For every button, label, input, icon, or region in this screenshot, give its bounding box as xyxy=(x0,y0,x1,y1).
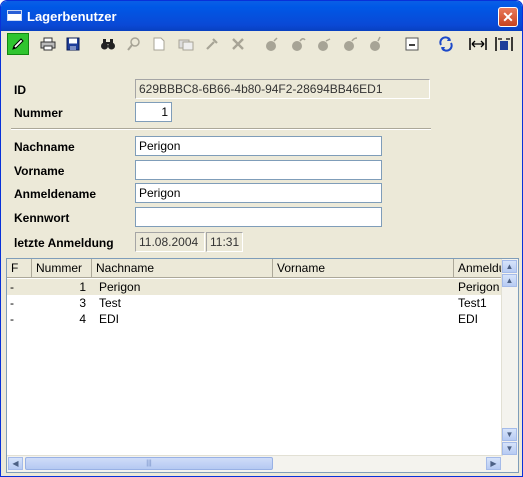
table-row[interactable]: - 3 Test Test1 xyxy=(7,295,503,311)
column-header-nummer[interactable]: Nummer xyxy=(32,259,92,277)
window-title: Lagerbenutzer xyxy=(27,9,117,24)
column-header-anmeldename[interactable]: Anmeldu xyxy=(454,259,503,277)
kennwort-label: Kennwort xyxy=(14,211,70,225)
toolbar xyxy=(5,32,518,58)
print-icon[interactable] xyxy=(37,33,59,55)
edit-pencil-icon[interactable] xyxy=(7,33,29,55)
minus-icon[interactable] xyxy=(401,33,423,55)
form-separator xyxy=(11,128,431,130)
cell-nachname: EDI xyxy=(99,312,120,326)
scroll-down-button[interactable]: ▼ xyxy=(502,428,517,441)
column-header-vorname[interactable]: Vorname xyxy=(273,259,454,277)
letzte-anmeldung-date: 11.08.2004 xyxy=(135,232,205,252)
split-save-icon[interactable] xyxy=(493,33,515,55)
letzte-anmeldung-label: letzte Anmeldung xyxy=(14,236,114,250)
id-field: 629BBBC8-6B66-4b80-94F2-28694BB46ED1 xyxy=(135,79,430,99)
bomb-fuse-icon[interactable] xyxy=(287,33,309,55)
nummer-label: Nummer xyxy=(14,106,63,120)
cell-nummer: 1 xyxy=(79,280,86,294)
cell-vorname xyxy=(279,311,449,327)
close-button[interactable]: ✕ xyxy=(498,7,518,27)
horizontal-scrollbar[interactable]: ◀ ||| ▶ xyxy=(7,455,503,472)
lagerbenutzer-window: Lagerbenutzer ✕ ID 629BBBC8-6B66-4b80-94… xyxy=(0,0,523,477)
delete-icon[interactable] xyxy=(227,33,249,55)
table-row[interactable]: - 1 Perigon Perigon xyxy=(7,279,503,295)
cell-nachname: Test xyxy=(99,296,122,310)
search-binoculars-icon[interactable] xyxy=(97,33,119,55)
bomb-alt-icon[interactable] xyxy=(313,33,335,55)
letzte-anmeldung-time: 11:31 xyxy=(206,232,243,252)
title-bar[interactable]: Lagerbenutzer ✕ xyxy=(1,1,522,31)
user-grid: F Nummer Nachname Vorname Anmeldu - 1 Pe… xyxy=(6,258,519,473)
scroll-left-button[interactable]: ◀ xyxy=(8,457,23,470)
bomb-alt3-icon[interactable] xyxy=(365,33,387,55)
cell-anmeldename: EDI xyxy=(458,312,479,326)
scroll-right-button[interactable]: ▶ xyxy=(486,457,501,470)
grid-header: F Nummer Nachname Vorname Anmeldu xyxy=(7,259,503,278)
nachname-field[interactable]: Perigon xyxy=(135,136,382,156)
cell-anmeldename: Test1 xyxy=(458,296,487,310)
kennwort-field[interactable] xyxy=(135,207,382,227)
anmeldename-label: Anmeldename xyxy=(14,187,97,201)
split-horizontal-icon[interactable] xyxy=(467,33,489,55)
vorname-label: Vorname xyxy=(14,164,65,178)
anmeldename-field[interactable]: Perigon xyxy=(135,183,382,203)
bomb-icon[interactable] xyxy=(261,33,283,55)
nachname-label: Nachname xyxy=(14,140,75,154)
cell-nummer: 4 xyxy=(79,312,86,326)
scroll-up-button[interactable]: ▲ xyxy=(502,274,517,287)
bomb-alt2-icon[interactable] xyxy=(339,33,361,55)
vorname-field[interactable] xyxy=(135,160,382,180)
tools-icon[interactable] xyxy=(201,33,223,55)
cell-f: - xyxy=(10,296,14,310)
cell-anmeldename: Perigon xyxy=(458,280,500,294)
nummer-field[interactable]: 1 xyxy=(135,102,172,122)
zoom-icon[interactable] xyxy=(123,33,145,55)
cell-f: - xyxy=(10,312,14,326)
save-icon[interactable] xyxy=(62,33,84,55)
table-row[interactable]: - 4 EDI EDI xyxy=(7,311,503,327)
horizontal-scroll-thumb[interactable]: ||| xyxy=(25,457,273,470)
cell-nummer: 3 xyxy=(79,296,86,310)
refresh-link-icon[interactable] xyxy=(435,33,457,55)
cell-nachname: Perigon xyxy=(99,280,141,294)
id-label: ID xyxy=(14,83,26,97)
vertical-scrollbar[interactable]: ▲ ▲ ▼ ▼ xyxy=(501,259,518,472)
window-icon xyxy=(7,10,22,21)
cell-vorname xyxy=(279,279,449,295)
new-document-icon[interactable] xyxy=(148,33,170,55)
column-header-f[interactable]: F xyxy=(7,259,32,277)
copy-records-icon[interactable] xyxy=(175,33,197,55)
cell-f: - xyxy=(10,280,14,294)
cell-vorname xyxy=(279,295,449,311)
scroll-bottom-button[interactable]: ▼ xyxy=(502,442,517,455)
scroll-top-button[interactable]: ▲ xyxy=(502,260,517,273)
column-header-nachname[interactable]: Nachname xyxy=(92,259,273,277)
